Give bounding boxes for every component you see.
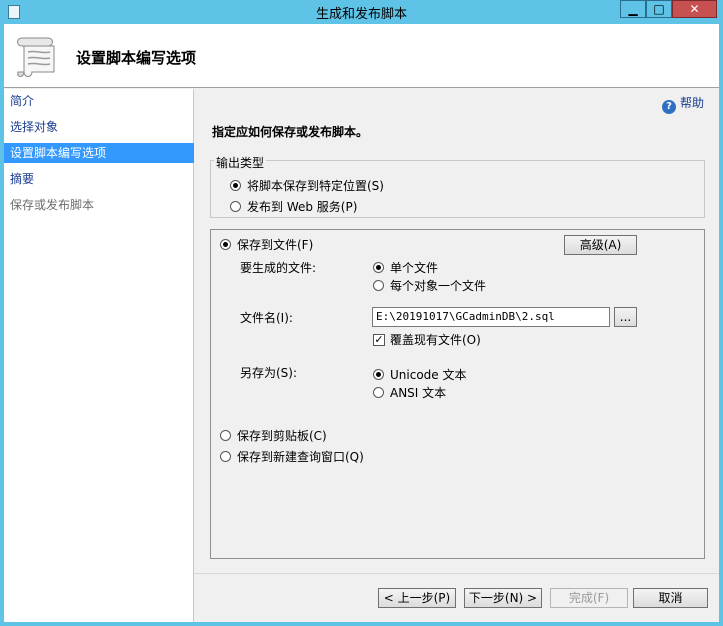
nav-item-scripting-options[interactable]: 设置脚本编写选项 <box>4 143 194 163</box>
radio-label: 每个对象一个文件 <box>390 279 487 293</box>
nav-item-introduction[interactable]: 简介 <box>4 91 194 111</box>
help-link[interactable]: ? 帮助 <box>662 94 704 114</box>
save-to-clipboard-radio[interactable]: 保存到剪贴板(C) <box>220 427 327 444</box>
minimize-button[interactable]: ▁ <box>620 0 646 18</box>
help-label: 帮助 <box>680 96 705 110</box>
overwrite-checkbox[interactable]: ✓ 覆盖现有文件(O) <box>373 331 481 348</box>
close-button[interactable]: ✕ <box>672 0 717 18</box>
nav-item-summary[interactable]: 摘要 <box>4 169 194 189</box>
output-type-legend: 输出类型 <box>214 154 267 171</box>
save-to-file-radio[interactable]: 保存到文件(F) <box>220 236 313 253</box>
nav-item-save-or-publish: 保存或发布脚本 <box>10 198 95 212</box>
single-file-radio[interactable]: 单个文件 <box>373 259 438 276</box>
minimize-icon: ▁ <box>628 2 638 16</box>
window-title: 生成和发布脚本 <box>315 7 407 22</box>
help-icon: ? <box>662 100 676 114</box>
dialog-client-area: 设置脚本编写选项 简介 选择对象 设置脚本编写选项 摘要 保存或发布脚本 ? 帮助… <box>4 24 719 622</box>
advanced-button[interactable]: 高级(A) <box>564 235 637 255</box>
checkbox-label: 覆盖现有文件(O) <box>390 333 481 347</box>
radio-label: ANSI 文本 <box>390 386 447 400</box>
radio-label: 保存到文件(F) <box>237 238 314 252</box>
radio-indicator <box>220 239 231 250</box>
radio-label: 发布到 Web 服务(P) <box>247 200 358 214</box>
nav-item-choose-objects[interactable]: 选择对象 <box>4 117 194 137</box>
wizard-header: 设置脚本编写选项 <box>4 24 719 88</box>
wizard-nav: 简介 选择对象 设置脚本编写选项 摘要 保存或发布脚本 <box>4 89 194 622</box>
radio-indicator <box>373 262 384 273</box>
file-name-input[interactable]: E:\20191017\GCadminDB\2.sql <box>372 307 610 327</box>
radio-indicator <box>230 180 241 191</box>
file-name-label: 文件名(I): <box>240 311 293 325</box>
maximize-icon: □ <box>653 2 665 16</box>
close-icon: ✕ <box>689 2 700 16</box>
previous-button[interactable]: < 上一步(P) <box>378 588 456 608</box>
radio-label: 保存到剪贴板(C) <box>237 429 327 443</box>
instruction-text: 指定应如何保存或发布脚本。 <box>212 125 369 139</box>
files-to-generate-label: 要生成的文件: <box>240 261 317 275</box>
check-icon: ✓ <box>373 332 385 346</box>
save-as-label: 另存为(S): <box>240 366 298 380</box>
radio-indicator <box>373 387 384 398</box>
unicode-text-radio[interactable]: Unicode 文本 <box>373 366 466 383</box>
radio-label: Unicode 文本 <box>390 368 467 382</box>
maximize-button[interactable]: □ <box>646 0 672 18</box>
radio-indicator <box>373 369 384 380</box>
save-to-query-window-radio[interactable]: 保存到新建查询窗口(Q) <box>220 448 364 465</box>
file-per-object-radio[interactable]: 每个对象一个文件 <box>373 277 486 294</box>
dialog-window: 生成和发布脚本 ▁ □ ✕ 设置脚本编写选项 简介 选择对象 设置脚本编写选项 … <box>0 0 723 626</box>
finish-button: 完成(F) <box>550 588 628 608</box>
ansi-text-radio[interactable]: ANSI 文本 <box>373 384 446 401</box>
script-scroll-icon <box>17 37 55 77</box>
radio-indicator <box>220 451 231 462</box>
publish-web-service-radio[interactable]: 发布到 Web 服务(P) <box>230 198 357 215</box>
title-bar[interactable]: 生成和发布脚本 ▁ □ ✕ <box>0 0 723 24</box>
radio-indicator <box>230 201 241 212</box>
radio-indicator <box>373 280 384 291</box>
save-to-location-radio[interactable]: 将脚本保存到特定位置(S) <box>230 177 384 194</box>
footer-divider <box>194 573 719 574</box>
cancel-button[interactable]: 取消 <box>633 588 708 608</box>
browse-button[interactable]: ... <box>614 307 637 327</box>
radio-label: 保存到新建查询窗口(Q) <box>237 450 364 464</box>
page-title: 设置脚本编写选项 <box>76 49 197 67</box>
radio-indicator <box>220 430 231 441</box>
next-button[interactable]: 下一步(N) > <box>464 588 542 608</box>
radio-label: 将脚本保存到特定位置(S) <box>247 179 384 193</box>
radio-label: 单个文件 <box>390 261 439 275</box>
